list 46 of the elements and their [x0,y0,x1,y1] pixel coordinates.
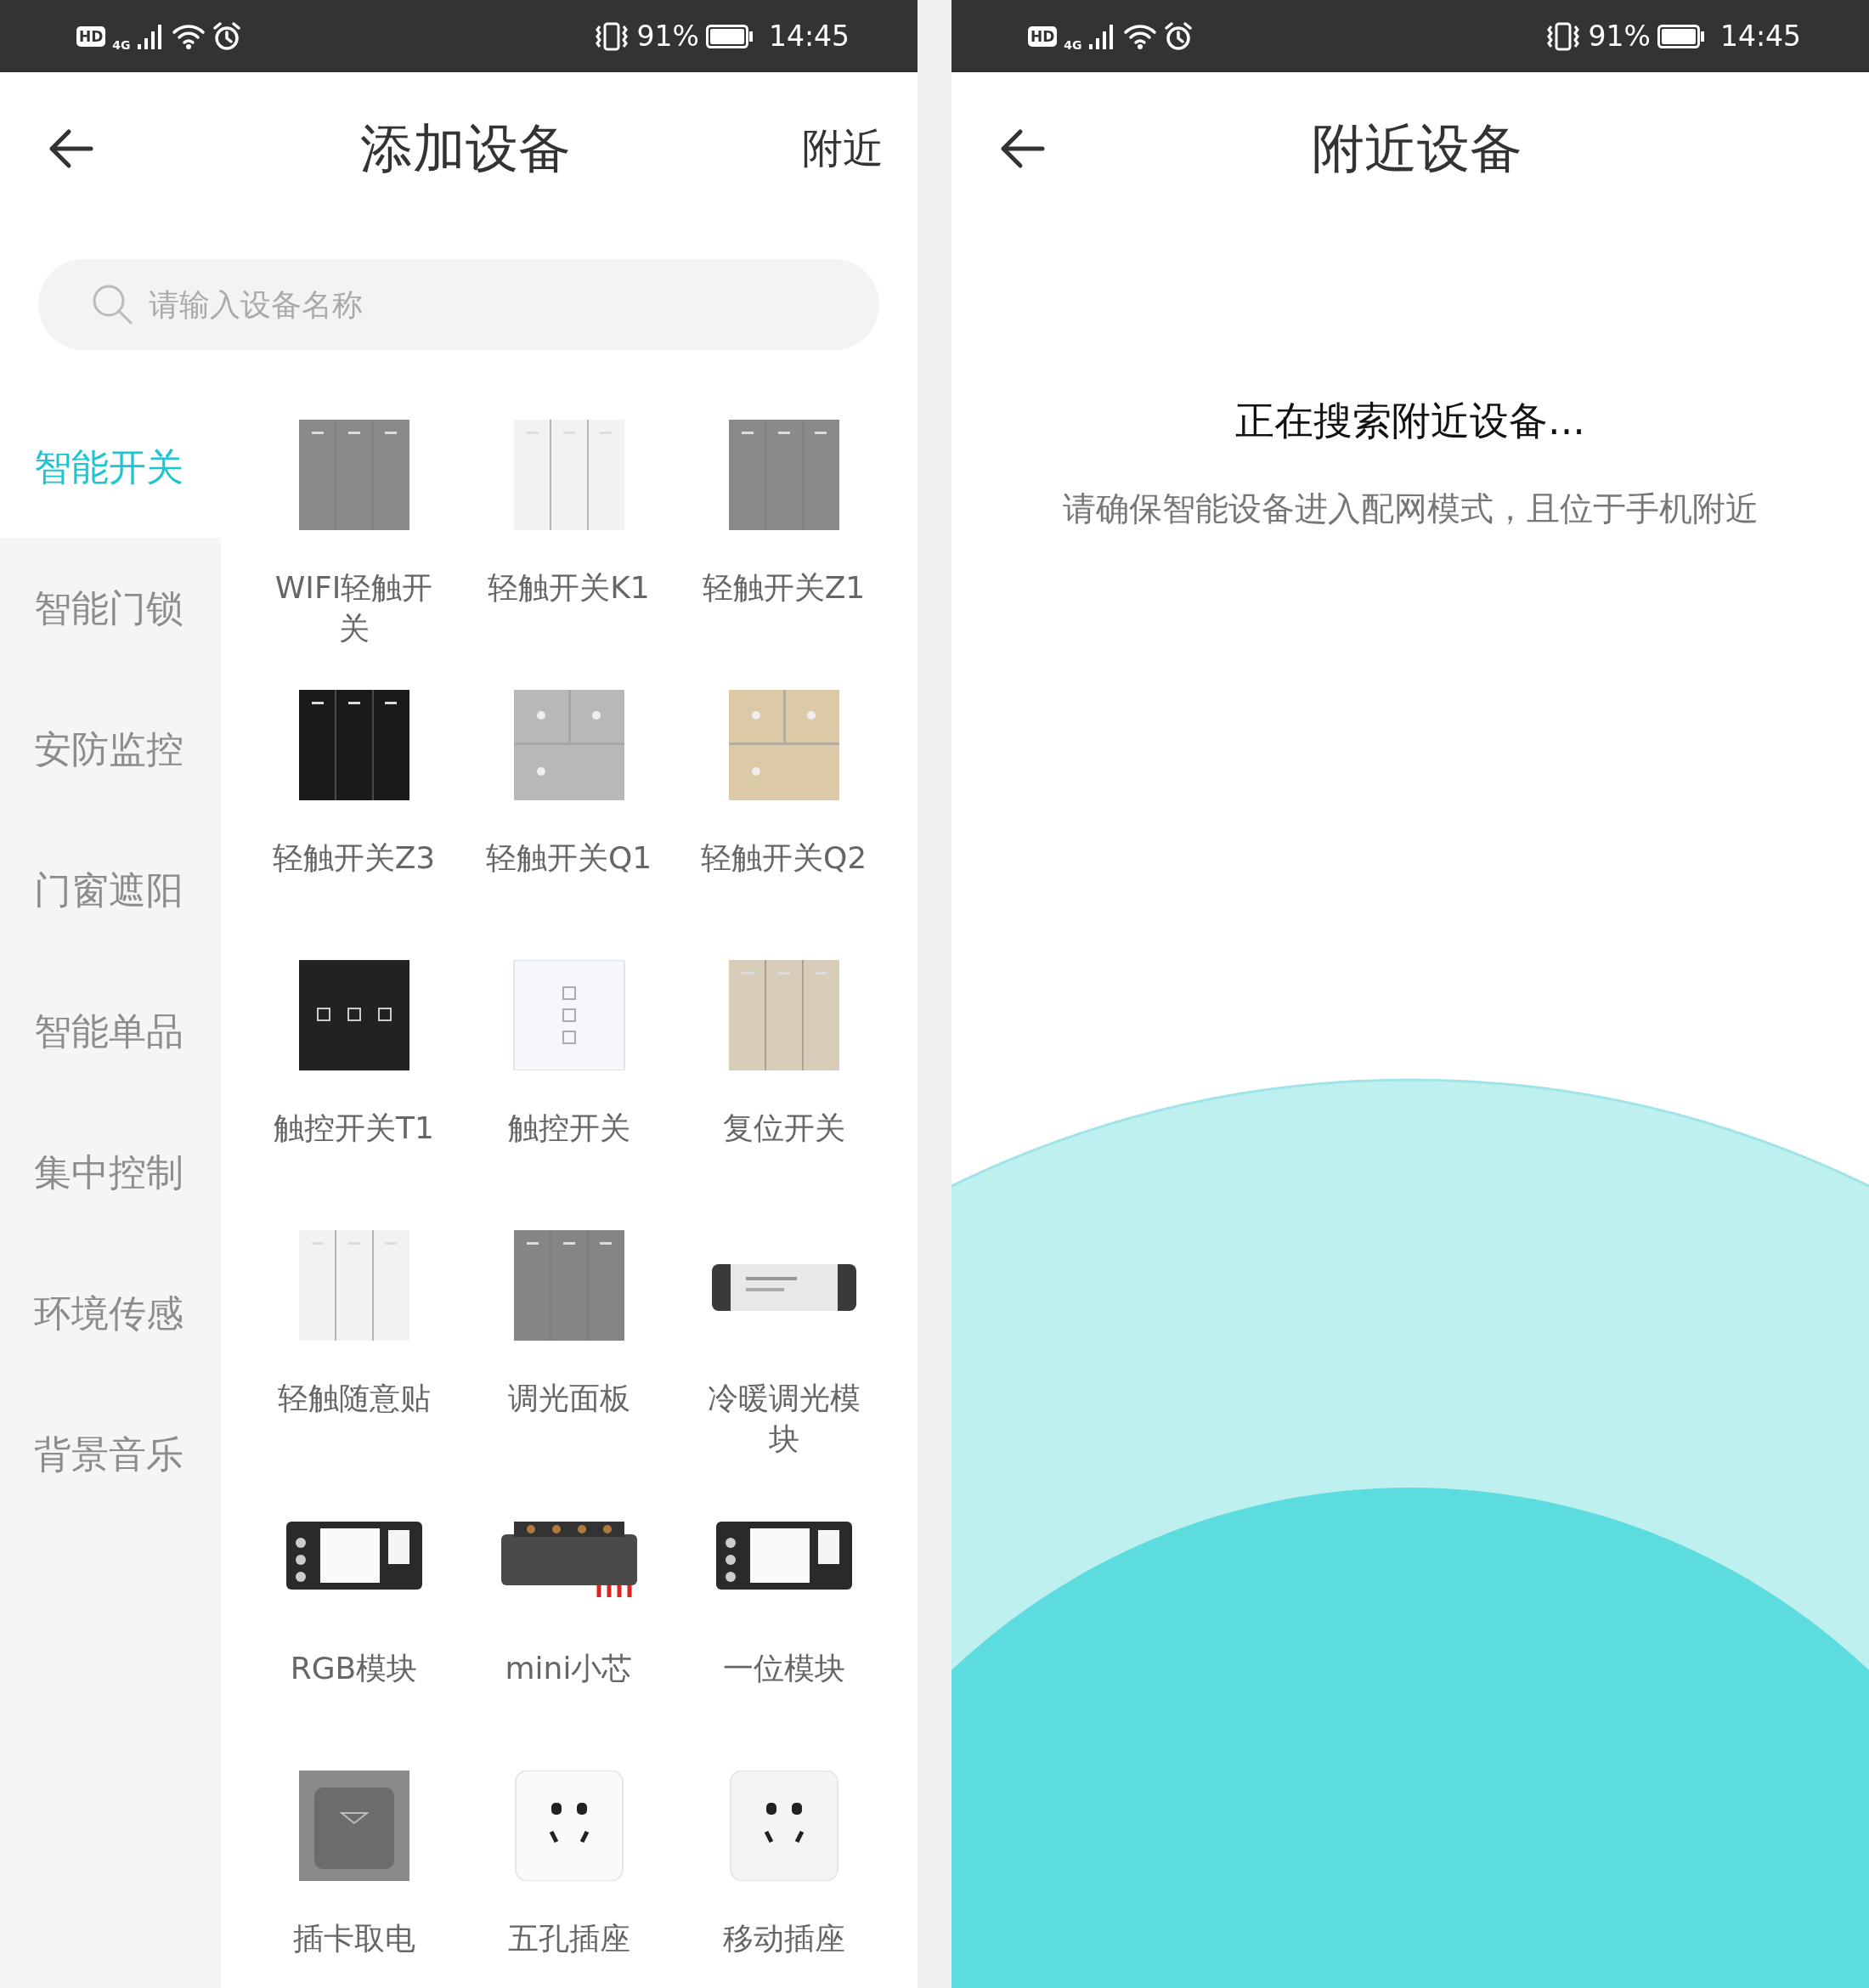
wifi-icon [171,22,206,50]
device-name[interactable]: 五孔插座 [507,1918,630,1959]
category-tab[interactable]: 智能单品 [0,961,221,1102]
page-title: 附近设备 [1311,116,1522,181]
battery-icon [705,24,754,48]
category-tab[interactable]: 安防监控 [0,679,221,820]
battery-icon [1657,24,1705,48]
device-name[interactable]: 轻触开关Q1 [485,838,652,878]
device-name[interactable]: 轻触随意贴 [277,1378,431,1419]
device-name[interactable]: 轻触开关Q2 [700,838,867,878]
device-name[interactable]: 轻触开关Z3 [272,838,436,878]
device-name[interactable]: 轻触开关Z1 [702,568,866,608]
clock-time: 14:45 [768,20,850,53]
search-field[interactable]: 请输入设备名称 [38,259,879,350]
device-name[interactable]: RGB模块 [290,1648,418,1689]
page-title: 添加设备 [359,116,571,181]
device-name[interactable]: 触控开关T1 [274,1108,434,1149]
device-name[interactable]: 触控开关 [507,1108,630,1149]
device-name[interactable]: WIFI轻触开关 [268,568,439,649]
device-name[interactable]: 一位模块 [722,1648,845,1689]
hd-badge: HD [76,25,106,47]
alarm-icon [1163,21,1193,51]
network-type: 4G [112,37,131,52]
search-icon [91,283,133,325]
category-tab[interactable]: 集中控制 [0,1102,221,1243]
device-name[interactable]: 调光面板 [507,1378,630,1419]
category-tab[interactable]: 背景音乐 [0,1384,221,1525]
device-name[interactable]: 插卡取电 [292,1918,415,1959]
searching-hint: 请确保智能设备进入配网模式，且位于手机附近 [1062,489,1759,529]
category-tab[interactable]: 智能门锁 [0,538,221,679]
category-tab[interactable]: 环境传感 [0,1243,221,1384]
device-name[interactable]: 移动插座 [722,1918,845,1959]
alarm-icon [212,21,241,51]
network-type: 4G [1064,37,1082,52]
searching-title: 正在搜索附近设备... [1235,397,1585,445]
device-name[interactable]: 冷暖调光模块 [698,1378,869,1460]
clock-time: 14:45 [1719,20,1801,53]
device-name[interactable]: 轻触开关K1 [488,568,650,608]
device-name[interactable]: 复位开关 [722,1108,845,1149]
battery-percent: 91% [636,20,699,53]
battery-percent: 91% [1588,20,1651,53]
hd-badge: HD [1028,25,1058,47]
device-name[interactable]: mini小芯 [505,1648,633,1689]
category-tab[interactable]: 门窗遮阳 [0,820,221,961]
nearby-link[interactable]: 附近 [802,121,884,176]
wifi-icon [1122,22,1157,50]
